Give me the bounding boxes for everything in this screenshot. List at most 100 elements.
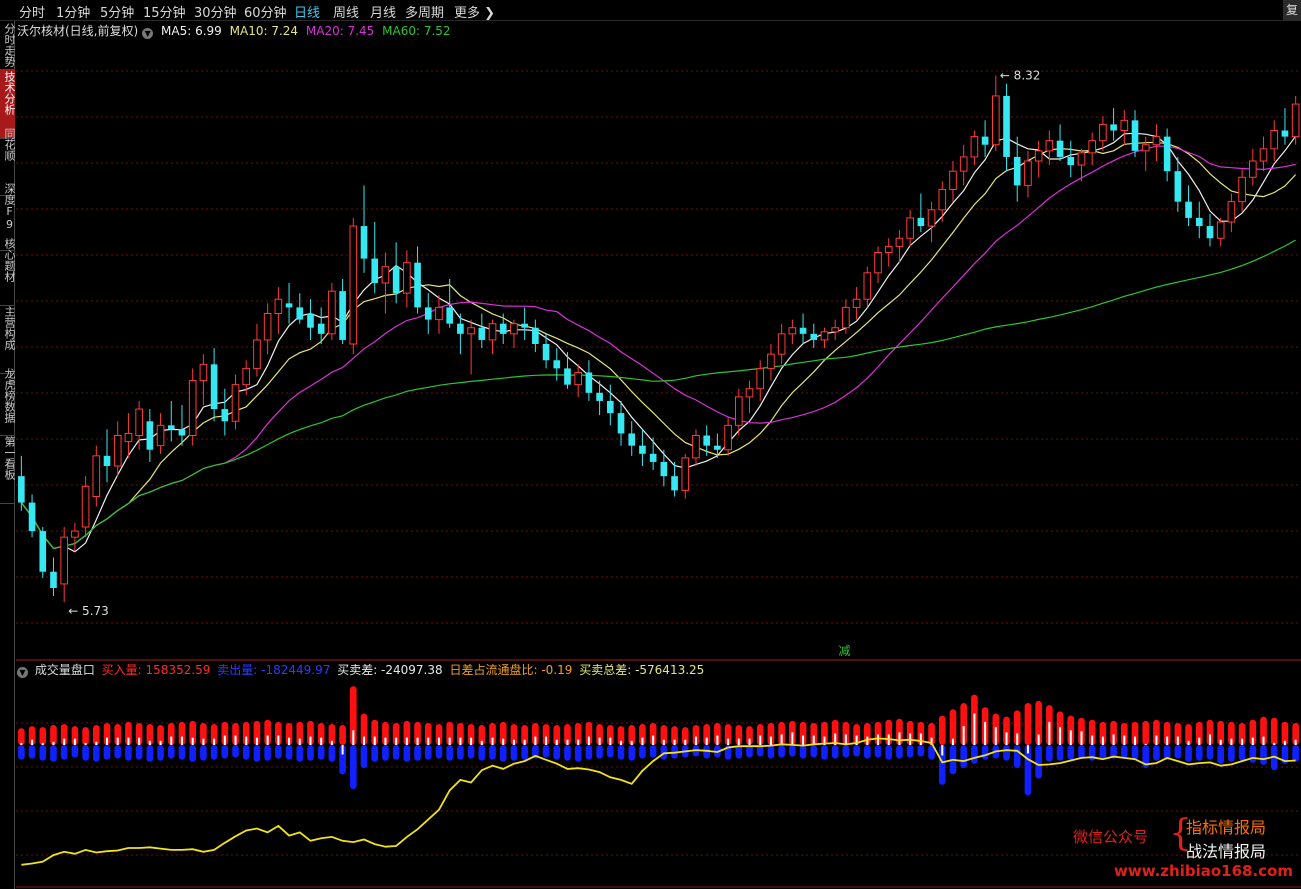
diff-bar [748, 738, 751, 745]
candle-body [660, 461, 668, 477]
sidebar-tab-business[interactable]: 主营构成 [0, 304, 15, 374]
tab-5min[interactable]: 5分钟 [100, 2, 134, 21]
candle [1152, 124, 1161, 161]
tab-intraday[interactable]: 分时 [19, 2, 45, 21]
buy-bar [39, 727, 47, 745]
buy-bar [1024, 703, 1032, 745]
sell-bar [521, 745, 528, 760]
candle-body [263, 313, 272, 341]
kline-chart[interactable]: ← 8.32 ← 5.73 减 [16, 21, 1301, 889]
sell-bar [349, 745, 357, 790]
tab-15min[interactable]: 15分钟 [143, 2, 186, 21]
candle-body [146, 421, 154, 450]
candle-body [39, 531, 47, 572]
candle-body [1227, 201, 1236, 223]
candle [381, 252, 390, 314]
diff-bar [737, 738, 740, 745]
candle-body [1003, 95, 1010, 157]
diff-bar [384, 737, 387, 745]
sell-bar [103, 745, 111, 760]
candle [1024, 150, 1032, 198]
sidebar-tab-board[interactable]: 第一看板 [0, 434, 15, 504]
chart-grid [16, 70, 1301, 888]
watermark-line1: 指标情报局 [1186, 818, 1267, 837]
chevron-down-icon[interactable]: ▼ [17, 667, 28, 678]
candle [917, 193, 925, 233]
diff-bar [973, 713, 976, 745]
candle [188, 368, 197, 446]
sell-bar [499, 745, 507, 762]
sell-bar [810, 745, 818, 758]
sell-bar [489, 745, 496, 760]
diff-bar [705, 737, 708, 745]
diff-bar [1230, 738, 1233, 745]
diff-bar [202, 738, 205, 745]
sell-bar [885, 745, 893, 760]
tab-weekly[interactable]: 周线 [333, 2, 359, 21]
ma10-value: MA10: 7.24 [229, 24, 299, 38]
sell-bar [853, 745, 860, 757]
candle-body [692, 435, 700, 459]
candle-body [188, 380, 197, 437]
diff-bar [63, 738, 66, 745]
tab-1min[interactable]: 1分钟 [56, 2, 90, 21]
diff-bar [641, 737, 644, 745]
candle-body [1013, 156, 1021, 186]
candle-body [574, 371, 583, 386]
candle-body [553, 360, 561, 369]
candle [703, 425, 711, 456]
candle-body [1174, 171, 1182, 202]
tab-60min[interactable]: 60分钟 [244, 2, 287, 21]
restore-button[interactable]: 复 [1283, 0, 1301, 20]
candle-body [371, 258, 379, 283]
buy-sell-diff: 买卖差: -24097.38 [337, 663, 443, 677]
diff-bar [416, 737, 419, 745]
candles [18, 75, 1300, 603]
diff-bar [620, 740, 623, 745]
diff-bar [1026, 745, 1029, 754]
sell-bar [82, 745, 89, 761]
stock-title[interactable]: 沃尔核材(日线,前复权) [17, 24, 138, 38]
diff-bar [95, 741, 98, 745]
sell-bar [1013, 745, 1021, 769]
sidebar-tab-theme[interactable]: 核心题材 [0, 236, 15, 306]
watermark-line2: 战法情报局 [1186, 842, 1267, 861]
diff-bar [1187, 740, 1190, 745]
tab-30min[interactable]: 30分钟 [194, 2, 237, 21]
candle-body [927, 209, 936, 227]
sell-bar [1174, 745, 1182, 759]
diff-bar [320, 737, 323, 745]
sidebar-tab-dragon-tiger[interactable]: 龙虎榜数据 [0, 366, 15, 436]
sell-bar [467, 745, 475, 759]
tab-multi-period[interactable]: 多周期 [405, 2, 444, 21]
candle [553, 348, 561, 381]
tab-daily[interactable]: 日线 [294, 2, 320, 21]
sell-volume: 卖出量: -182449.97 [217, 663, 331, 677]
candle [478, 313, 486, 349]
chevron-down-icon[interactable]: ▼ [142, 28, 154, 39]
diff-bar [405, 737, 408, 745]
indicator-title[interactable]: 成交量盘口 [35, 663, 95, 677]
candle [71, 522, 79, 552]
candle-body [756, 367, 765, 390]
daily-diff-ratio: 日差占流通盘比: -0.19 [449, 663, 573, 677]
candle-body [1056, 140, 1064, 157]
diff-bar [759, 735, 762, 745]
candle-body [884, 245, 893, 253]
candle-body [339, 291, 346, 340]
tab-more[interactable]: 更多 ❯ [454, 2, 495, 21]
sell-bar [135, 745, 143, 760]
diff-bar [1155, 735, 1158, 745]
candle [574, 364, 583, 397]
candle [884, 238, 893, 267]
sub-legend: ▼ 成交量盘口 买入量: 158352.59 卖出量: -182449.97 买… [17, 661, 707, 678]
tab-monthly[interactable]: 月线 [370, 2, 396, 21]
buy-bar [1270, 717, 1278, 745]
candle-body [1270, 130, 1279, 150]
candle [274, 287, 283, 334]
candle-body [50, 571, 57, 588]
candle-body [1110, 124, 1117, 131]
candle [927, 201, 936, 243]
diff-bar [255, 737, 258, 745]
diff-bar [31, 739, 34, 745]
